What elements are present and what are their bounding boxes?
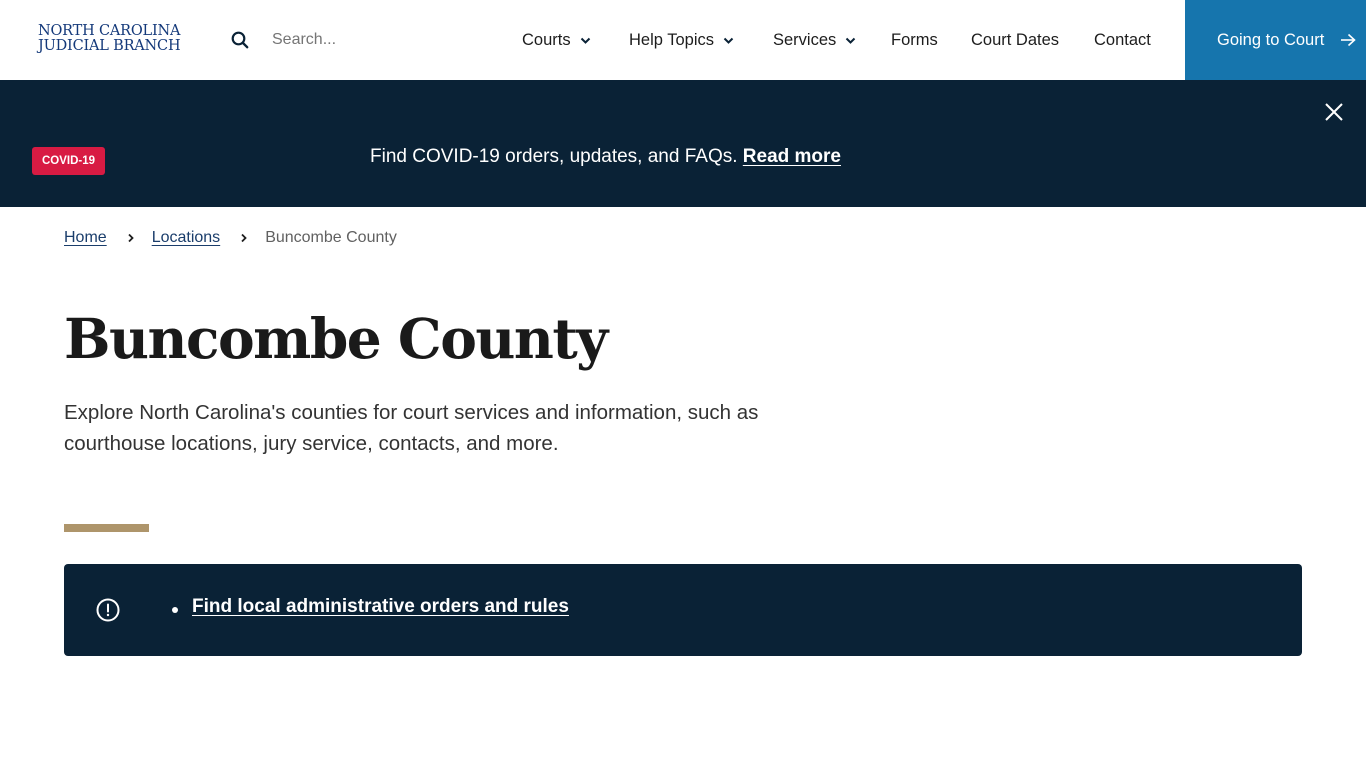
covid-alert-banner: COVID-19 Find COVID-19 orders, updates, … (0, 80, 1366, 207)
breadcrumb-current: Buncombe County (265, 229, 397, 246)
nav-item-services[interactable]: Services (773, 0, 856, 80)
read-more-link[interactable]: Read more (743, 146, 841, 167)
nav-label: Services (773, 30, 837, 49)
chevron-down-icon (723, 37, 734, 44)
nav-label: Help Topics (629, 30, 714, 49)
covid-badge: COVID-19 (32, 147, 105, 175)
nav-label: Courts (522, 30, 571, 49)
breadcrumb: Home Locations Buncombe County (64, 229, 397, 247)
site-logo[interactable]: NORTH CAROLINA JUDICIAL BRANCH (38, 23, 181, 54)
nav-item-forms[interactable]: Forms (891, 0, 938, 80)
exclamation-circle-icon (96, 598, 120, 622)
chevron-down-icon (580, 37, 590, 44)
banner-message: Find COVID-19 orders, updates, and FAQs. (370, 146, 738, 167)
going-to-court-button[interactable]: Going to Court (1185, 0, 1366, 80)
nav-item-contact[interactable]: Contact (1094, 0, 1151, 80)
notice-box: Find local administrative orders and rul… (64, 564, 1302, 656)
logo-line-2: JUDICIAL BRANCH (38, 38, 181, 54)
nav-label: Forms (891, 30, 938, 49)
nav-item-court-dates[interactable]: Court Dates (971, 0, 1059, 80)
site-header: NORTH CAROLINA JUDICIAL BRANCH Courts He… (0, 0, 1366, 80)
chevron-right-icon (128, 233, 134, 243)
page-title: Buncombe County (64, 306, 608, 371)
nav-label: Court Dates (971, 30, 1060, 49)
accent-divider (64, 524, 149, 532)
breadcrumb-locations[interactable]: Locations (152, 229, 221, 247)
list-item: Find local administrative orders and rul… (172, 596, 569, 618)
search-input[interactable] (262, 24, 462, 56)
notice-links: Find local administrative orders and rul… (172, 596, 569, 618)
admin-orders-link[interactable]: Find local administrative orders and rul… (192, 596, 569, 617)
breadcrumb-home[interactable]: Home (64, 229, 107, 247)
chevron-right-icon (241, 233, 247, 243)
page-intro: Explore North Carolina's counties for co… (64, 401, 759, 455)
search-icon[interactable] (231, 31, 249, 49)
going-to-court-label: Going to Court (1217, 30, 1325, 49)
nav-label: Contact (1094, 30, 1151, 49)
nav-item-help-topics[interactable]: Help Topics (629, 0, 734, 80)
chevron-down-icon (846, 37, 856, 44)
banner-message-container: Find COVID-19 orders, updates, and FAQs.… (370, 146, 841, 168)
arrow-right-icon (1341, 33, 1356, 47)
nav-item-courts[interactable]: Courts (522, 0, 591, 80)
close-icon[interactable] (1324, 102, 1344, 122)
logo-line-1: NORTH CAROLINA (38, 23, 181, 39)
